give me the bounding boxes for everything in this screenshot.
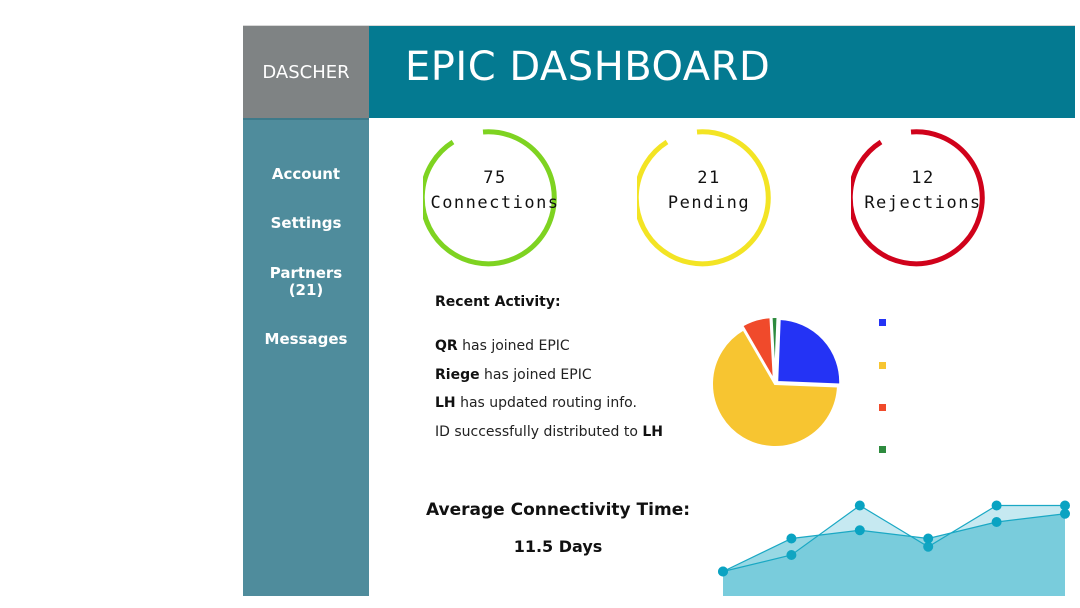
connectivity-area-chart	[718, 500, 1070, 596]
activity-item: LH has updated routing info.	[435, 395, 637, 411]
avg-connectivity-label: Average Connectivity Time:	[425, 500, 691, 520]
dashboard-window: DASCHER EPIC DASHBOARD Account Settings …	[243, 25, 1075, 596]
sidebar-item-label: Partners	[269, 264, 343, 282]
stat-value: 12	[911, 168, 935, 188]
sidebar-item-settings[interactable]: Settings	[243, 215, 369, 232]
legend-swatch	[879, 362, 886, 369]
area-data-point	[786, 533, 797, 544]
stat-label: Pending	[667, 193, 751, 213]
sidebar-item-label: Messages	[264, 330, 348, 348]
area-data-point	[923, 533, 934, 544]
stat-pending: 21 Pending	[637, 126, 781, 270]
activity-subject: Riege	[435, 367, 480, 383]
stat-label: Rejections	[864, 193, 982, 213]
area-data-point	[854, 525, 865, 536]
sidebar-item-label: Settings	[270, 214, 342, 232]
activity-text: ID successfully distributed to	[435, 424, 643, 440]
area-data-point	[854, 500, 865, 511]
stat-value: 75	[483, 168, 507, 188]
page-title: EPIC DASHBOARD	[405, 44, 771, 90]
sidebar-item-messages[interactable]: Messages	[243, 331, 369, 348]
sidebar: Account Settings Partners (21) Messages	[243, 118, 369, 596]
area-data-point	[991, 500, 1002, 511]
activity-item: Riege has joined EPIC	[435, 367, 592, 383]
sidebar-item-account[interactable]: Account	[243, 166, 369, 183]
pie-slice	[776, 317, 842, 386]
area-data-point	[991, 517, 1002, 527]
activity-text: has updated routing info.	[455, 395, 637, 411]
stat-connections: 75 Connections	[423, 126, 567, 270]
activity-item: ID successfully distributed to LH	[435, 424, 663, 440]
activity-subject: LH	[435, 395, 456, 411]
sidebar-item-partners[interactable]: Partners (21)	[243, 265, 369, 299]
activity-item: QR has joined EPIC	[435, 338, 570, 354]
area-data-point	[1060, 508, 1070, 519]
stat-value: 21	[697, 168, 721, 188]
legend-swatch	[879, 319, 886, 326]
stat-label: Connections	[430, 193, 560, 213]
activity-subject: QR	[435, 338, 458, 354]
activity-text: has joined EPIC	[457, 338, 570, 354]
activity-pie-chart	[711, 316, 842, 448]
legend-swatch	[879, 404, 886, 411]
sidebar-item-count: (21)	[288, 281, 324, 299]
avg-connectivity-value: 11.5 Days	[513, 537, 603, 556]
area-data-point	[718, 566, 728, 577]
sidebar-item-label: Account	[271, 165, 341, 183]
activity-text: has joined EPIC	[479, 367, 592, 383]
activity-subject: LH	[642, 424, 663, 440]
recent-activity-heading: Recent Activity:	[435, 294, 561, 310]
stat-rejections: 12 Rejections	[851, 126, 995, 270]
brand-logo: DASCHER	[243, 26, 369, 118]
legend-swatch	[879, 446, 886, 453]
header-bar: EPIC DASHBOARD	[369, 26, 1075, 118]
